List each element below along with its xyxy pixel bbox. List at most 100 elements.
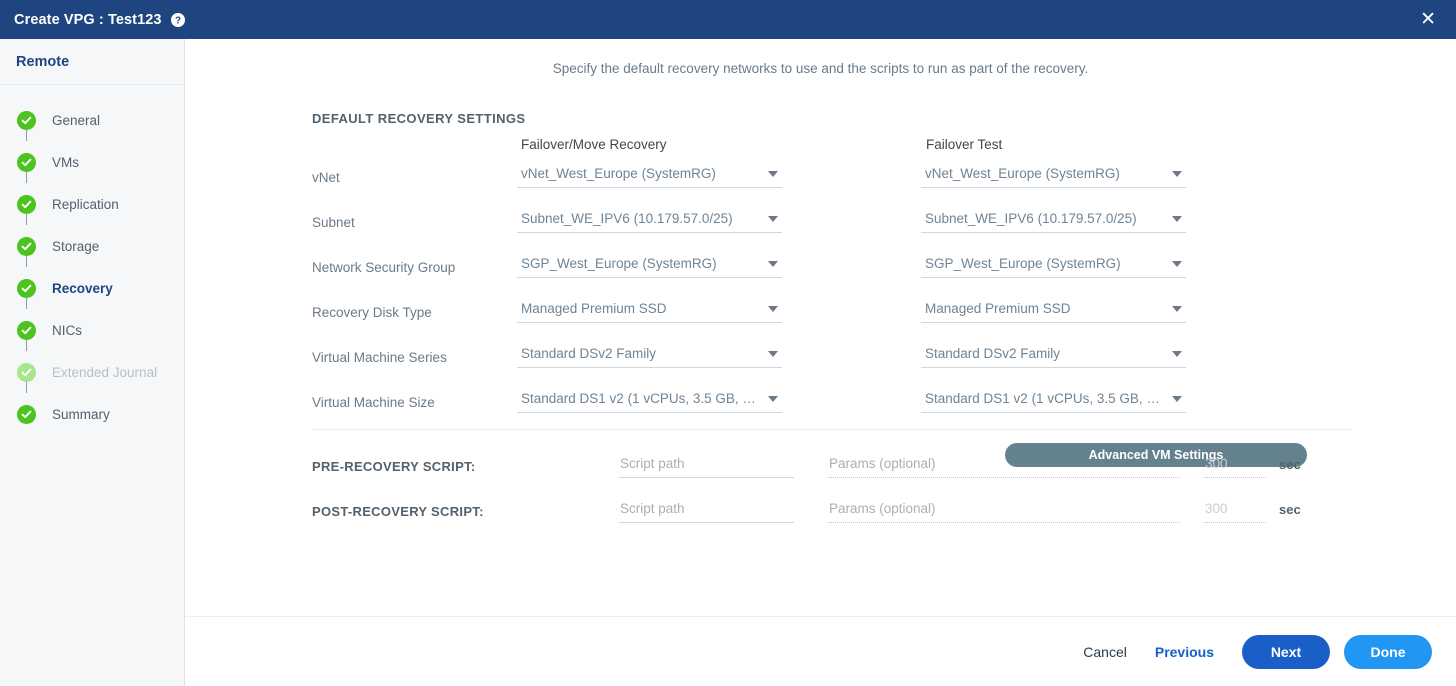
sidebar-item-general[interactable]: General xyxy=(0,99,184,141)
select-value: SGP_West_Europe (SystemRG) xyxy=(521,256,717,271)
dialog-body: Remote General VMs Replication Storage R… xyxy=(0,39,1456,686)
pre-recovery-script-path-input[interactable]: Script path xyxy=(619,451,794,478)
sidebar-item-label: Extended Journal xyxy=(52,364,158,380)
svg-text:?: ? xyxy=(175,15,181,26)
wizard-sidebar: Remote General VMs Replication Storage R… xyxy=(0,39,185,686)
post-recovery-script-params-input[interactable]: Params (optional) xyxy=(828,496,1180,523)
virtual-machine-series-test-select[interactable]: Standard DSv2 Family xyxy=(921,341,1186,368)
dialog-titlebar: Create VPG : Test123 ? ✕ xyxy=(0,0,1456,39)
subnet-failover-select[interactable]: Subnet_WE_IPV6 (10.179.57.0/25) xyxy=(517,206,782,233)
sidebar-item-summary[interactable]: Summary xyxy=(0,393,184,435)
sidebar-item-vms[interactable]: VMs xyxy=(0,141,184,183)
sidebar-header: Remote xyxy=(0,39,184,85)
select-value: vNet_West_Europe (SystemRG) xyxy=(925,166,1120,181)
done-button[interactable]: Done xyxy=(1344,634,1432,669)
help-circle-icon[interactable]: ? xyxy=(170,12,185,27)
step-connector xyxy=(26,171,27,183)
step-connector xyxy=(26,255,27,267)
chevron-down-icon xyxy=(1172,215,1182,222)
sidebar-item-replication[interactable]: Replication xyxy=(0,183,184,225)
content-area: Specify the default recovery networks to… xyxy=(185,39,1456,616)
pre-recovery-script-row: PRE-RECOVERY SCRIPT: Script path Params … xyxy=(312,451,1352,496)
check-circle-icon xyxy=(17,152,36,172)
sidebar-item-label: NICs xyxy=(52,322,82,338)
check-circle-icon xyxy=(17,362,36,382)
sidebar-item-storage[interactable]: Storage xyxy=(0,225,184,267)
recovery-disk-type-failover-select[interactable]: Managed Premium SSD xyxy=(517,296,782,323)
column-header-failover-move-recovery: Failover/Move Recovery xyxy=(521,137,667,152)
setting-row-recovery-disk-type: Recovery Disk Type Managed Premium SSD M… xyxy=(312,296,1327,341)
step-connector xyxy=(26,339,27,351)
network-security-group-test-select[interactable]: SGP_West_Europe (SystemRG) xyxy=(921,251,1186,278)
virtual-machine-size-test-select[interactable]: Standard DS1 v2 (1 vCPUs, 3.5 GB, 4 … xyxy=(921,386,1186,413)
post-recovery-script-timeout-input[interactable]: 300 xyxy=(1204,496,1266,523)
check-circle-icon xyxy=(17,110,36,130)
post-recovery-script-path-input[interactable]: Script path xyxy=(619,496,794,523)
previous-button[interactable]: Previous xyxy=(1141,636,1228,668)
section-title-default-recovery-settings: DEFAULT RECOVERY SETTINGS xyxy=(312,111,526,126)
select-value: Standard DSv2 Family xyxy=(521,346,657,361)
dialog-footer: Cancel Previous Next Done xyxy=(185,616,1456,686)
virtual-machine-size-failover-select[interactable]: Standard DS1 v2 (1 vCPUs, 3.5 GB, 4 … xyxy=(517,386,782,413)
setting-label: Virtual Machine Series xyxy=(312,350,447,365)
sidebar-item-extended-journal[interactable]: Extended Journal xyxy=(0,351,184,393)
sidebar-item-nics[interactable]: NICs xyxy=(0,309,184,351)
dialog-title: Create VPG : Test123 xyxy=(14,11,162,28)
vnet-test-select[interactable]: vNet_West_Europe (SystemRG) xyxy=(921,161,1186,188)
next-button[interactable]: Next xyxy=(1242,634,1330,669)
sidebar-item-label: Summary xyxy=(52,406,110,422)
post-recovery-script-unit: sec xyxy=(1279,502,1301,517)
post-recovery-script-label: POST-RECOVERY SCRIPT: xyxy=(312,504,484,519)
page-subtitle: Specify the default recovery networks to… xyxy=(552,61,1089,76)
check-circle-icon xyxy=(17,194,36,214)
select-value: Subnet_WE_IPV6 (10.179.57.0/25) xyxy=(521,211,733,226)
select-value: Subnet_WE_IPV6 (10.179.57.0/25) xyxy=(925,211,1137,226)
select-value: Managed Premium SSD xyxy=(521,301,667,316)
chevron-down-icon xyxy=(768,395,778,402)
sidebar-item-label: Replication xyxy=(52,196,119,212)
check-circle-icon xyxy=(17,236,36,256)
setting-label: Recovery Disk Type xyxy=(312,305,432,320)
setting-label: vNet xyxy=(312,170,340,185)
setting-row-network-security-group: Network Security Group SGP_West_Europe (… xyxy=(312,251,1327,296)
chevron-down-icon xyxy=(1172,305,1182,312)
sidebar-item-recovery[interactable]: Recovery xyxy=(0,267,184,309)
setting-row-vnet: vNet vNet_West_Europe (SystemRG) vNet_We… xyxy=(312,161,1327,206)
close-icon[interactable]: ✕ xyxy=(1414,6,1442,33)
default-recovery-settings-grid: Failover/Move Recovery Failover Test vNe… xyxy=(312,137,1327,467)
pre-recovery-script-params-input[interactable]: Params (optional) xyxy=(828,451,1180,478)
virtual-machine-series-failover-select[interactable]: Standard DSv2 Family xyxy=(517,341,782,368)
sidebar-item-label: Storage xyxy=(52,238,100,254)
chevron-down-icon xyxy=(768,215,778,222)
network-security-group-failover-select[interactable]: SGP_West_Europe (SystemRG) xyxy=(517,251,782,278)
column-headers: Failover/Move Recovery Failover Test xyxy=(312,137,1327,161)
step-connector xyxy=(26,297,27,309)
step-connector xyxy=(26,381,27,393)
main-panel: Specify the default recovery networks to… xyxy=(185,39,1456,686)
vnet-failover-select[interactable]: vNet_West_Europe (SystemRG) xyxy=(517,161,782,188)
chevron-down-icon xyxy=(1172,350,1182,357)
setting-row-subnet: Subnet Subnet_WE_IPV6 (10.179.57.0/25) S… xyxy=(312,206,1327,251)
chevron-down-icon xyxy=(1172,395,1182,402)
recovery-scripts-section: PRE-RECOVERY SCRIPT: Script path Params … xyxy=(312,451,1352,541)
sidebar-item-label: Recovery xyxy=(52,280,113,296)
recovery-disk-type-test-select[interactable]: Managed Premium SSD xyxy=(921,296,1186,323)
sidebar-item-label: VMs xyxy=(52,154,79,170)
select-value: vNet_West_Europe (SystemRG) xyxy=(521,166,716,181)
subnet-test-select[interactable]: Subnet_WE_IPV6 (10.179.57.0/25) xyxy=(921,206,1186,233)
section-divider xyxy=(312,429,1352,430)
select-value: Standard DSv2 Family xyxy=(925,346,1061,361)
chevron-down-icon xyxy=(768,350,778,357)
pre-recovery-script-unit: sec xyxy=(1279,457,1301,472)
pre-recovery-script-label: PRE-RECOVERY SCRIPT: xyxy=(312,459,476,474)
check-circle-icon xyxy=(17,320,36,340)
chevron-down-icon xyxy=(1172,170,1182,177)
select-value: Standard DS1 v2 (1 vCPUs, 3.5 GB, 4 … xyxy=(521,391,760,406)
chevron-down-icon xyxy=(1172,260,1182,267)
step-connector xyxy=(26,129,27,141)
cancel-button[interactable]: Cancel xyxy=(1069,636,1141,668)
step-connector xyxy=(26,213,27,225)
setting-row-virtual-machine-size: Virtual Machine Size Standard DS1 v2 (1 … xyxy=(312,386,1327,431)
pre-recovery-script-timeout-input[interactable]: 300 xyxy=(1204,451,1266,478)
setting-label: Network Security Group xyxy=(312,260,456,275)
